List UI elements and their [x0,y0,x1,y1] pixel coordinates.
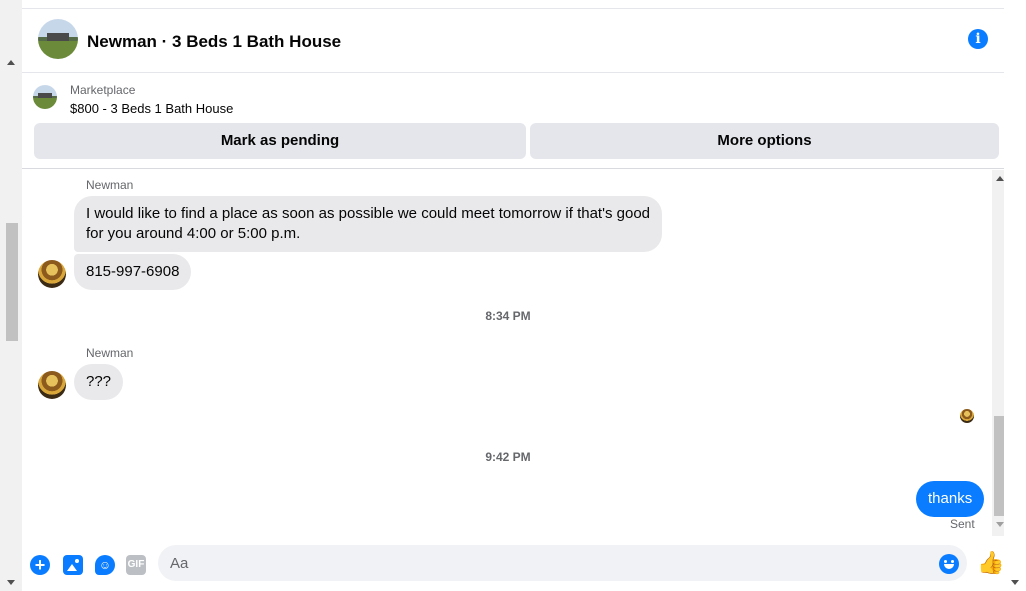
more-options-button[interactable]: More options [530,123,999,159]
sender-name: Newman [86,346,134,360]
gif-icon[interactable]: GIF [126,555,146,575]
mark-as-pending-button[interactable]: Mark as pending [34,123,526,159]
message-input[interactable] [158,545,967,581]
marketplace-panel: Marketplace $800 - 3 Beds 1 Bath House M… [22,73,1005,169]
read-receipt-avatar [960,409,974,423]
timestamp: 9:42 PM [485,450,531,464]
sender-name: Newman [86,178,134,192]
scroll-up-arrow-icon[interactable] [996,176,1004,181]
marketplace-label: Marketplace [70,83,136,97]
message-bubble[interactable]: 815-997-6908 [74,254,192,290]
avatar[interactable] [38,371,66,399]
chat-header: Newman · 3 Beds 1 Bath House i [22,9,1005,73]
listing-avatar[interactable] [38,19,78,59]
scroll-down-arrow-icon[interactable] [996,522,1004,527]
page-scrollbar-right[interactable] [1004,0,1026,591]
listing-title[interactable]: $800 - 3 Beds 1 Bath House [70,101,233,116]
outgoing-message-bubble[interactable]: thanks [916,481,985,517]
chat-title[interactable]: Newman · 3 Beds 1 Bath House [87,32,341,52]
timestamp: 8:34 PM [485,309,531,323]
chat-window: Newman · 3 Beds 1 Bath House i Marketpla… [22,0,1026,591]
message-bubble[interactable]: I would like to find a place as soon as … [74,196,662,252]
message-bubble[interactable]: ??? [74,364,124,400]
thumbs-up-icon[interactable]: 👍 [977,551,1004,575]
scroll-down-arrow-icon[interactable] [1011,580,1019,585]
sent-status: Sent [950,517,975,531]
plus-icon[interactable]: + [30,555,50,575]
scroll-up-arrow-icon[interactable] [7,60,15,65]
emoji-icon[interactable] [939,554,959,574]
scroll-thumb[interactable] [6,223,18,341]
avatar[interactable] [38,260,66,288]
outer-scrollbar[interactable] [0,0,22,591]
photo-icon[interactable] [63,555,83,575]
sticker-icon[interactable]: ☺ [95,555,115,575]
listing-thumbnail[interactable] [33,85,57,109]
scroll-down-arrow-icon[interactable] [7,580,15,585]
info-icon[interactable]: i [968,29,988,49]
message-composer: + ☺ GIF 👍 [22,536,1026,591]
message-list: Newman I would like to find a place as s… [22,170,992,536]
